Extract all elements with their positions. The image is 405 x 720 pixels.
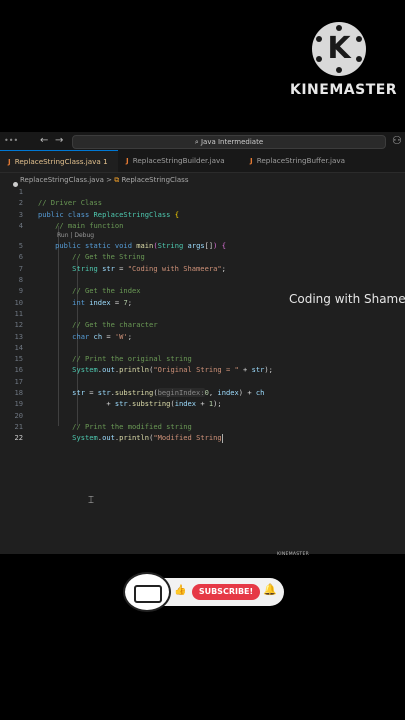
kinemaster-logo-letter: K	[327, 31, 351, 66]
command-center-label: ⌕ Java Intermediate	[194, 138, 264, 146]
tab-replacestringbuffer[interactable]: J ReplaceStringBuffer.java	[242, 150, 372, 172]
java-file-icon: J	[8, 157, 11, 166]
forward-arrow-icon[interactable]: →	[55, 135, 63, 146]
breadcrumb: ReplaceStringClass.java > ⧉ ReplaceStrin…	[20, 174, 188, 186]
kinemaster-logo: K	[312, 22, 366, 76]
editor-tabs: J ReplaceStringClass.java 1 J ReplaceStrin…	[0, 150, 405, 187]
kinemaster-small-watermark: KINEMASTER	[277, 552, 310, 557]
subscribe-button[interactable]: SUBSCRIBE!	[192, 584, 260, 600]
class-symbol-icon: ⧉	[114, 176, 120, 184]
breadcrumb-symbol[interactable]: ReplaceStringClass	[121, 176, 188, 184]
codelens-run-debug[interactable]: Run | Debug	[0, 231, 405, 240]
title-bar: ••• ← → ⌕ Java Intermediate ⚇	[0, 132, 405, 150]
java-file-icon: J	[126, 156, 129, 165]
mouse-cursor-icon: ⌶	[88, 495, 94, 506]
tab-label: ReplaceStringClass.java	[14, 157, 101, 166]
channel-avatar[interactable]	[123, 572, 171, 612]
overlay-caption: Coding with Shameera	[289, 292, 405, 306]
tab-label: ReplaceStringBuffer.java	[256, 156, 346, 165]
back-arrow-icon[interactable]: ←	[40, 135, 48, 146]
code-editor-window: ••• ← → ⌕ Java Intermediate ⚇ J ReplaceSt…	[0, 132, 405, 554]
breadcrumb-file[interactable]: ReplaceStringClass.java	[20, 176, 104, 184]
command-center-search[interactable]: ⌕ Java Intermediate	[72, 135, 386, 149]
tab-problem-count: 1	[103, 157, 108, 166]
code-area[interactable]: 1 2// Driver Class 3 public class Replace…	[0, 186, 405, 444]
java-file-icon: J	[250, 156, 253, 165]
bell-icon[interactable]: 🔔	[263, 583, 277, 596]
tab-label: ReplaceStringBuilder.java	[132, 156, 225, 165]
codelens-label[interactable]: Run | Debug	[57, 231, 94, 240]
copilot-icon[interactable]: ⚇	[392, 134, 402, 147]
tab-replacestringbuilder[interactable]: J ReplaceStringBuilder.java	[118, 150, 242, 172]
breadcrumb-separator: >	[106, 176, 112, 184]
menu-dots-icon[interactable]: •••	[4, 136, 18, 145]
thumbs-up-icon[interactable]: 👍	[174, 585, 186, 596]
kinemaster-wordmark: KINEMASTER	[290, 82, 398, 98]
tab-replacestringclass[interactable]: J ReplaceStringClass.java 1	[0, 150, 118, 187]
